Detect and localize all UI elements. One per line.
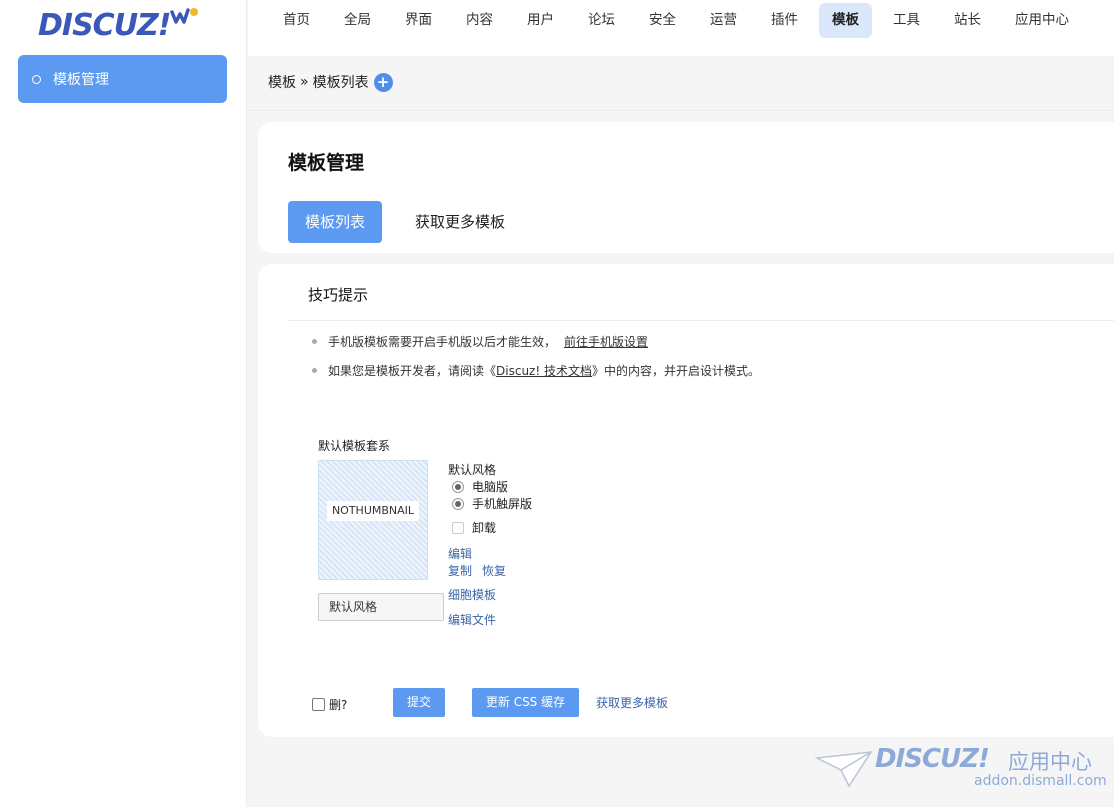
restore-link[interactable]: 恢复 (482, 562, 506, 579)
discuz-logo[interactable]: DISCUZ! (38, 6, 208, 46)
edit-link[interactable]: 编辑 (448, 545, 472, 562)
cell-template-link[interactable]: 细胞模板 (448, 586, 496, 603)
style-options: 默认风格 电脑版 手机触屏版 卸载 (448, 461, 532, 536)
style-label: 默认风格 (448, 461, 532, 478)
thumbnail-placeholder: NOTHUMBNAIL (327, 501, 419, 521)
sidebar-item-template-manage[interactable]: 模板管理 (18, 55, 227, 103)
nav-content[interactable]: 内容 (453, 3, 506, 38)
sidebar: DISCUZ! 模板管理 (0, 0, 247, 807)
radio-mobile-label: 手机触屏版 (472, 497, 533, 511)
circle-icon (32, 74, 41, 84)
radio-mobile[interactable]: 手机触屏版 (448, 495, 532, 512)
bullet-icon (312, 339, 317, 344)
nav-admin[interactable]: 站长 (941, 3, 994, 38)
radio-pc-label: 电脑版 (472, 480, 509, 494)
header-card: 模板管理 模板列表 获取更多模板 (258, 122, 1114, 253)
template-set-title: 默认模板套系 (318, 439, 391, 453)
paper-plane-icon (815, 751, 873, 788)
watermark-url: addon.dismall.com (974, 773, 1107, 789)
tip-text: 》中的内容，并开启设计模式。 (591, 364, 760, 378)
breadcrumb-root: 模板 (268, 75, 296, 91)
uninstall-checkbox-row[interactable]: 卸载 (448, 519, 532, 536)
bullet-icon (312, 368, 317, 373)
logo-text: DISCUZ! (38, 8, 171, 43)
breadcrumb: 模板 » 模板列表 + (268, 72, 393, 92)
nav-users[interactable]: 用户 (514, 3, 567, 38)
radio-pc[interactable]: 电脑版 (448, 478, 532, 495)
radio-icon[interactable] (452, 480, 464, 493)
breadcrumb-current: 模板列表 (312, 75, 369, 91)
nav-app-center[interactable]: 应用中心 (1002, 3, 1082, 38)
tip-item: 手机版模板需要开启手机版以后才能生效， 前往手机版设置 (312, 333, 648, 350)
watermark: DISCUZ! 应用中心 addon.dismall.com (815, 740, 1107, 800)
delete-checkbox[interactable] (312, 698, 325, 711)
get-more-templates-link[interactable]: 获取更多模板 (596, 694, 668, 711)
nav-interface[interactable]: 界面 (392, 3, 445, 38)
style-label-text: 默认风格 (448, 463, 497, 477)
nav-forum[interactable]: 论坛 (575, 3, 628, 38)
delete-label: 删? (329, 698, 348, 712)
delete-checkbox-row[interactable]: 删? (312, 696, 347, 713)
tip-text: 如果您是模板开发者，请阅读《 (328, 364, 497, 378)
nav-plugins[interactable]: 插件 (758, 3, 811, 38)
template-thumbnail: NOTHUMBNAIL (318, 460, 428, 580)
edit-file-link[interactable]: 编辑文件 (448, 611, 496, 628)
content-card: 技巧提示 手机版模板需要开启手机版以后才能生效， 前往手机版设置 如果您是模板开… (258, 264, 1114, 737)
breadcrumb-separator: » (300, 74, 309, 90)
divider (248, 110, 1114, 111)
nav-operations[interactable]: 运营 (697, 3, 750, 38)
nav-tools[interactable]: 工具 (880, 3, 933, 38)
add-icon[interactable]: + (373, 72, 393, 92)
submit-button[interactable]: 提交 (393, 688, 445, 717)
mobile-settings-link[interactable]: 前往手机版设置 (564, 333, 648, 350)
sidebar-item-label: 模板管理 (53, 72, 109, 88)
radio-icon[interactable] (452, 497, 464, 510)
nav-templates[interactable]: 模板 (819, 3, 872, 38)
uninstall-label: 卸载 (472, 521, 497, 535)
form-actions: 删? 提交 更新 CSS 缓存 获取更多模板 (312, 688, 812, 718)
page-title: 模板管理 (288, 152, 365, 174)
template-name-input[interactable]: 默认风格 (318, 593, 444, 621)
watermark-cn: 应用中心 (1008, 750, 1092, 774)
watermark-brand: DISCUZ! (875, 744, 990, 774)
uninstall-checkbox[interactable] (452, 521, 464, 534)
tech-docs-link[interactable]: Discuz! 技术文档 (496, 362, 592, 379)
tip-text: 手机版模板需要开启手机版以后才能生效， (328, 335, 557, 349)
nav-global[interactable]: 全局 (331, 3, 384, 38)
update-css-cache-button[interactable]: 更新 CSS 缓存 (472, 688, 579, 717)
top-nav: 首页 全局 界面 内容 用户 论坛 安全 运营 插件 模板 工具 站长 应用中心 (248, 0, 1114, 56)
tips-title: 技巧提示 (308, 286, 369, 304)
tip-item: 如果您是模板开发者，请阅读《 Discuz! 技术文档 》中的内容，并开启设计模… (312, 362, 760, 379)
divider (288, 320, 1114, 321)
tab-template-list[interactable]: 模板列表 (288, 201, 383, 243)
nav-security[interactable]: 安全 (636, 3, 689, 38)
nav-home[interactable]: 首页 (270, 3, 323, 38)
copy-link[interactable]: 复制 (448, 562, 472, 579)
logo-mark-icon (170, 8, 198, 24)
tab-get-more-templates[interactable]: 获取更多模板 (398, 201, 522, 243)
